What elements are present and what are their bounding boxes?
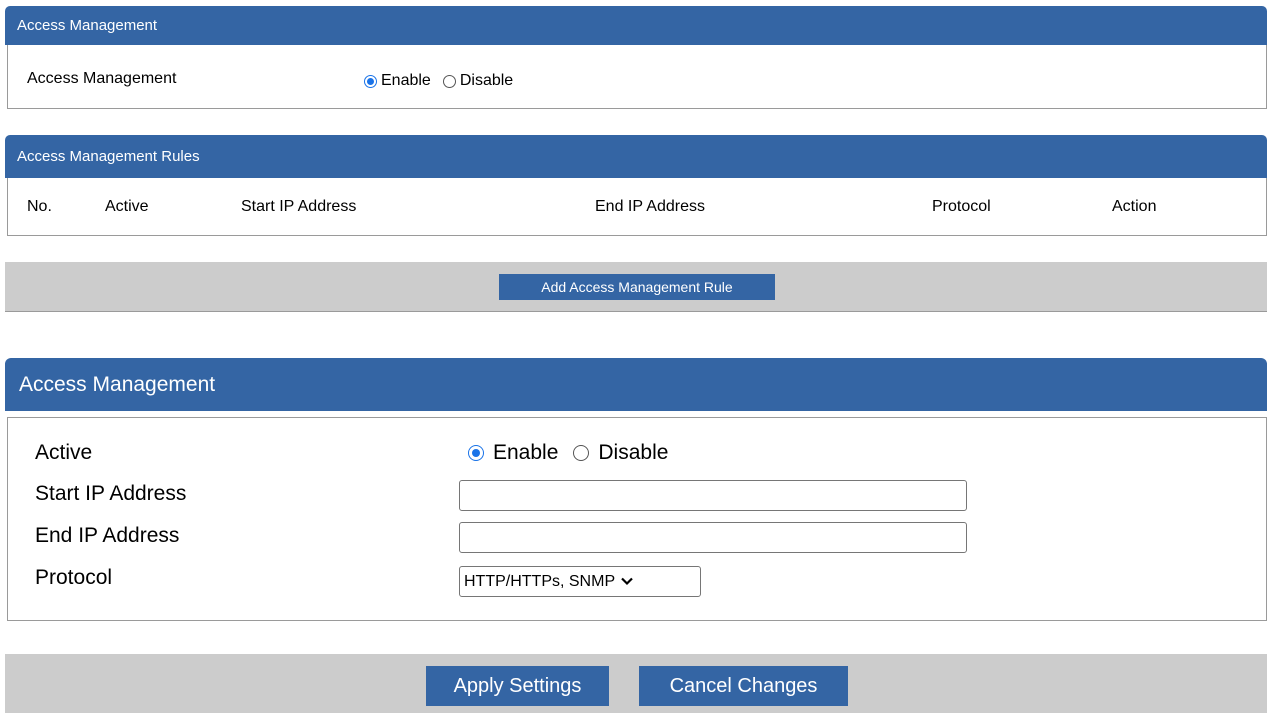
add-access-management-rule-button[interactable]: Add Access Management Rule xyxy=(499,274,775,300)
access-management-form-panel: Active Enable Disable Start IP Address E… xyxy=(7,417,1267,621)
access-management-label: Access Management xyxy=(27,70,177,87)
active-enable-radio[interactable] xyxy=(468,445,484,461)
rules-table: No. Active Start IP Address End IP Addre… xyxy=(7,178,1267,236)
protocol-select[interactable]: HTTP/HTTPs, SNMP xyxy=(459,566,701,597)
active-disable-label[interactable]: Disable xyxy=(598,441,668,465)
column-header-active: Active xyxy=(105,198,149,215)
column-header-protocol: Protocol xyxy=(932,198,991,215)
cancel-changes-button[interactable]: Cancel Changes xyxy=(639,666,848,706)
end-ip-label: End IP Address xyxy=(35,524,180,547)
active-disable-radio[interactable] xyxy=(573,445,590,461)
column-header-no: No. xyxy=(27,198,52,215)
enable-radio-label[interactable]: Enable xyxy=(381,72,431,90)
disable-radio-label[interactable]: Disable xyxy=(460,72,513,90)
access-management-header-title: Access Management xyxy=(17,17,158,34)
access-management-panel: Access Management Enable Disable xyxy=(7,45,1267,109)
column-header-action: Action xyxy=(1112,198,1157,215)
start-ip-label: Start IP Address xyxy=(35,482,187,505)
chevron-down-icon xyxy=(621,577,633,586)
disable-radio[interactable] xyxy=(442,74,456,88)
access-management-form-header: Access Management xyxy=(5,358,1267,411)
column-header-start-ip: Start IP Address xyxy=(241,198,357,215)
access-management-radio-group: Enable Disable xyxy=(364,72,513,90)
footer-bar xyxy=(5,654,1267,713)
enable-radio[interactable] xyxy=(364,74,377,88)
active-enable-label[interactable]: Enable xyxy=(493,441,558,465)
access-management-rules-header: Access Management Rules xyxy=(5,135,1267,178)
end-ip-input[interactable] xyxy=(459,522,967,553)
active-radio-group: Enable Disable xyxy=(468,441,668,465)
column-header-end-ip: End IP Address xyxy=(595,198,705,215)
protocol-label: Protocol xyxy=(35,566,113,589)
protocol-select-value: HTTP/HTTPs, SNMP xyxy=(464,572,616,590)
apply-settings-button[interactable]: Apply Settings xyxy=(426,666,609,706)
access-management-rules-header-title: Access Management Rules xyxy=(17,148,200,165)
access-management-form-title: Access Management xyxy=(19,372,216,396)
active-label: Active xyxy=(35,441,93,464)
start-ip-input[interactable] xyxy=(459,480,967,511)
access-management-header: Access Management xyxy=(5,6,1267,45)
